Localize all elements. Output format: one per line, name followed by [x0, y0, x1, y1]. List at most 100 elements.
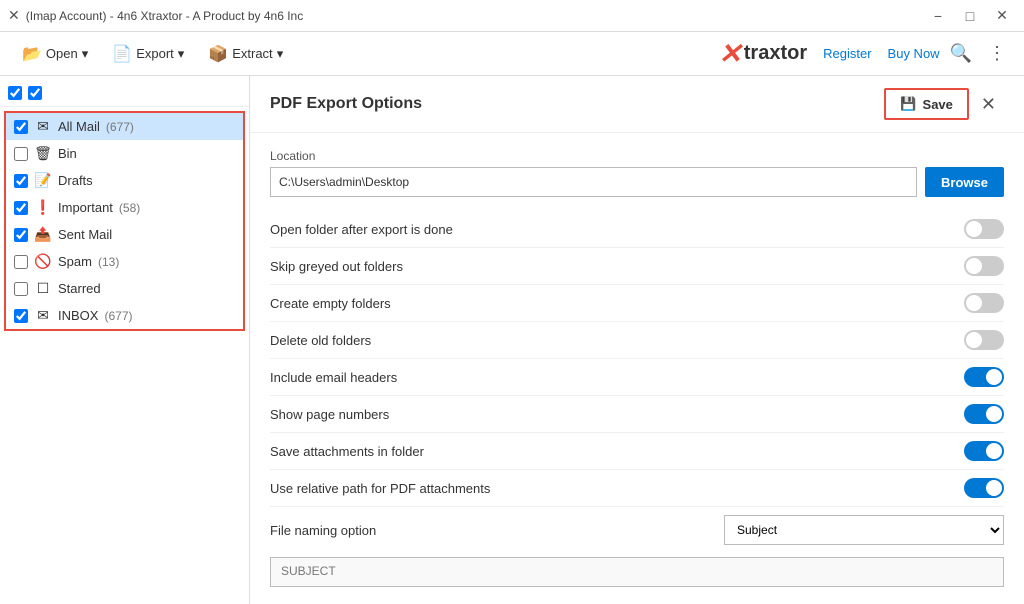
extract-button[interactable]: 📦 Extract ▾	[198, 38, 293, 70]
browse-button[interactable]: Browse	[925, 167, 1004, 197]
toggle-row-save-attachments: Save attachments in folder	[270, 433, 1004, 470]
toggle-row-skip-greyed: Skip greyed out folders	[270, 248, 1004, 285]
location-label: Location	[270, 149, 1004, 163]
minimize-button[interactable]: −	[924, 5, 952, 27]
save-label: Save	[923, 97, 953, 112]
toggle-row-relative-path: Use relative path for PDF attachments	[270, 470, 1004, 507]
folder-list: ✉All Mail(677)🗑Bin📝Drafts❗Important(58)📤…	[4, 111, 245, 331]
toggle-switch-open-folder[interactable]	[964, 219, 1004, 239]
folder-item-important[interactable]: ❗Important(58)	[6, 194, 243, 221]
folder-item-bin[interactable]: 🗑Bin	[6, 140, 243, 167]
toggle-label-open-folder: Open folder after export is done	[270, 222, 453, 237]
file-naming-select[interactable]: SubjectDateFromTo	[724, 515, 1004, 545]
toggle-row-show-page-numbers: Show page numbers	[270, 396, 1004, 433]
file-naming-row: File naming option SubjectDateFromTo	[270, 507, 1004, 553]
folder-name-drafts: Drafts	[58, 173, 93, 188]
toggle-row-delete-old: Delete old folders	[270, 322, 1004, 359]
panel-title: PDF Export Options	[270, 95, 422, 113]
folder-icon-drafts: 📝	[34, 172, 52, 189]
export-chevron-icon: ▾	[178, 46, 185, 62]
folder-icon-important: ❗	[34, 199, 52, 216]
folder-name-inbox: INBOX	[58, 308, 98, 323]
folder-item-all-mail[interactable]: ✉All Mail(677)	[6, 113, 243, 140]
toggle-switch-skip-greyed[interactable]	[964, 256, 1004, 276]
folder-count-inbox: (677)	[104, 309, 132, 323]
toggle-switch-create-empty[interactable]	[964, 293, 1004, 313]
toggle-label-delete-old: Delete old folders	[270, 333, 371, 348]
folder-item-spam[interactable]: 🚫 Spam (13)	[6, 248, 243, 275]
folder-count-all-mail: (677)	[106, 120, 134, 134]
save-icon: 💾	[900, 96, 916, 112]
folder-checkbox-inbox[interactable]	[14, 309, 28, 323]
logo-x-icon: ✕	[718, 37, 741, 70]
open-button[interactable]: 📂 Open ▾	[12, 38, 98, 70]
title-bar-text: (Imap Account) - 4n6 Xtraxtor - A Produc…	[26, 9, 924, 23]
logo-text: traxtor	[744, 42, 807, 65]
extract-icon: 📦	[208, 44, 228, 64]
toggle-label-save-attachments: Save attachments in folder	[270, 444, 424, 459]
location-group: Location Browse	[270, 149, 1004, 197]
location-input[interactable]	[270, 167, 917, 197]
toggle-label-skip-greyed: Skip greyed out folders	[270, 259, 403, 274]
toggle-row-create-empty: Create empty folders	[270, 285, 1004, 322]
export-button[interactable]: 📄 Export ▾	[102, 38, 194, 70]
folder-item-inbox[interactable]: ✉INBOX(677)	[6, 302, 243, 329]
folder-count-important: (58)	[119, 201, 140, 215]
register-link[interactable]: Register	[823, 46, 871, 61]
export-label: Export	[136, 46, 174, 61]
folder-checkbox-drafts[interactable]	[14, 174, 28, 188]
toggle-label-show-page-numbers: Show page numbers	[270, 407, 389, 422]
select-all-checkbox[interactable]	[8, 86, 22, 100]
logo: ✕ traxtor	[718, 37, 807, 70]
toggle-switch-delete-old[interactable]	[964, 330, 1004, 350]
panel-header: PDF Export Options 💾 Save ✕	[250, 76, 1024, 133]
title-bar: ✕ (Imap Account) - 4n6 Xtraxtor - A Prod…	[0, 0, 1024, 32]
toolbar: 📂 Open ▾ 📄 Export ▾ 📦 Extract ▾ ✕ traxto…	[0, 32, 1024, 76]
window-close-button[interactable]: ✕	[988, 5, 1016, 27]
folder-item-sent-mail[interactable]: 📤 Sent Mail	[6, 221, 243, 248]
search-button[interactable]: 🔍	[944, 39, 978, 68]
folder-icon-sent-mail: 📤	[34, 226, 52, 243]
filter-checkbox[interactable]	[28, 86, 42, 100]
maximize-button[interactable]: □	[956, 5, 984, 27]
extract-chevron-icon: ▾	[277, 46, 284, 62]
folder-checkbox-important[interactable]	[14, 201, 28, 215]
toggle-switch-include-headers[interactable]	[964, 367, 1004, 387]
folder-checkbox-all-mail[interactable]	[14, 120, 28, 134]
export-icon: 📄	[112, 44, 132, 64]
panel-body: Location Browse Open folder after export…	[250, 133, 1024, 603]
toggle-row-include-headers: Include email headers	[270, 359, 1004, 396]
folder-icon-spam: 🚫	[34, 253, 52, 270]
folder-checkbox-starred[interactable]	[14, 282, 28, 296]
toggle-label-include-headers: Include email headers	[270, 370, 397, 385]
app-icon: ✕	[8, 7, 20, 24]
nav-links: Register Buy Now	[823, 46, 939, 61]
extract-label: Extract	[232, 46, 272, 61]
toggle-switch-show-page-numbers[interactable]	[964, 404, 1004, 424]
more-options-button[interactable]: ⋮	[982, 39, 1012, 68]
folder-count-spam: (13)	[98, 255, 119, 269]
folder-checkbox-sent-mail[interactable]	[14, 228, 28, 242]
toggle-label-relative-path: Use relative path for PDF attachments	[270, 481, 490, 496]
save-button[interactable]: 💾 Save	[884, 88, 969, 120]
sidebar-header	[0, 80, 249, 107]
open-label: Open	[46, 46, 78, 61]
panel-close-button[interactable]: ✕	[973, 88, 1004, 120]
folder-checkbox-spam[interactable]	[14, 255, 28, 269]
toggle-switch-relative-path[interactable]	[964, 478, 1004, 498]
toggle-label-create-empty: Create empty folders	[270, 296, 391, 311]
folder-item-starred[interactable]: ☐Starred	[6, 275, 243, 302]
folder-icon-starred: ☐	[34, 280, 52, 297]
folder-icon-bin: 🗑	[34, 145, 52, 162]
open-icon: 📂	[22, 44, 42, 64]
toggle-row-open-folder: Open folder after export is done	[270, 211, 1004, 248]
folder-name-spam: Spam	[58, 254, 92, 269]
open-chevron-icon: ▾	[82, 46, 89, 62]
file-naming-label: File naming option	[270, 523, 376, 538]
folder-checkbox-bin[interactable]	[14, 147, 28, 161]
toggle-switch-save-attachments[interactable]	[964, 441, 1004, 461]
main-layout: ✉All Mail(677)🗑Bin📝Drafts❗Important(58)📤…	[0, 76, 1024, 604]
buy-now-link[interactable]: Buy Now	[888, 46, 940, 61]
folder-item-drafts[interactable]: 📝 Drafts	[6, 167, 243, 194]
folder-name-sent-mail: Sent Mail	[58, 227, 112, 242]
